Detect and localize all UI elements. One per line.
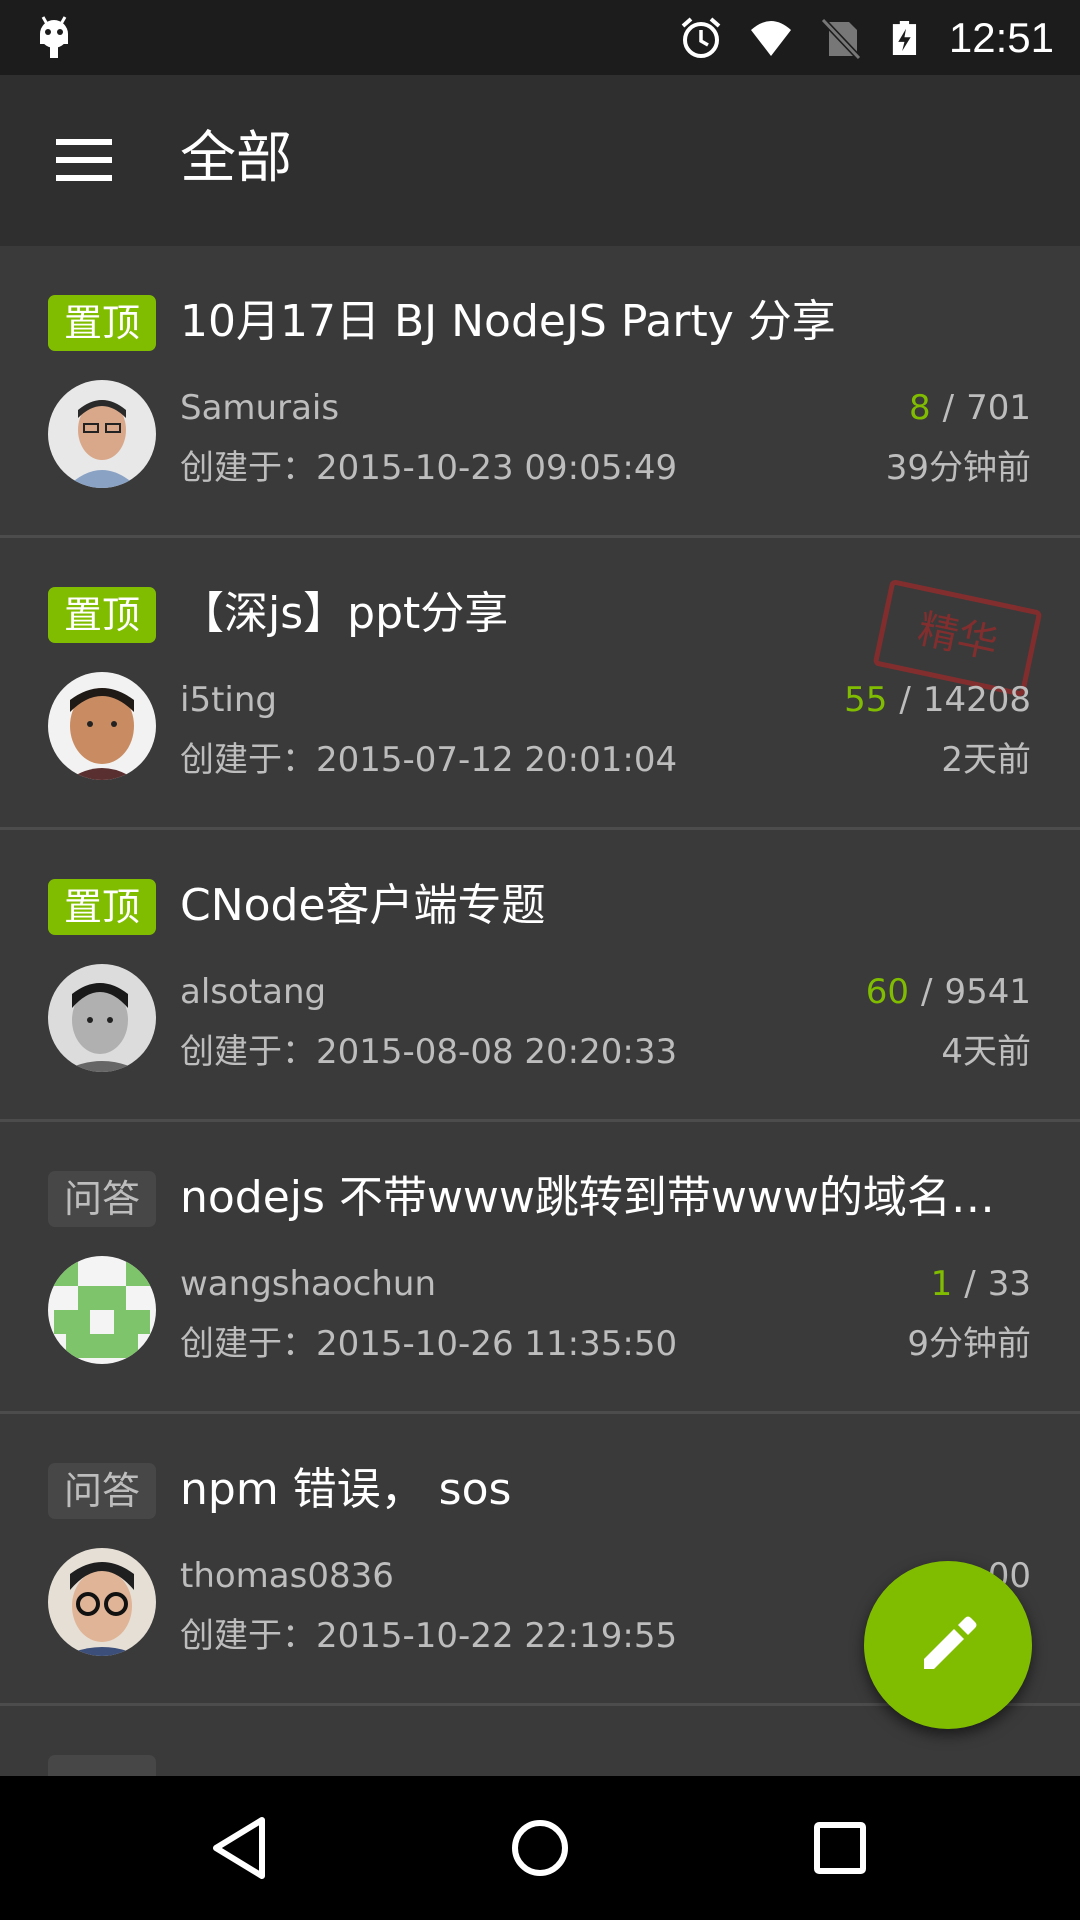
no-sim-icon bbox=[820, 17, 862, 60]
android-icon bbox=[40, 16, 68, 58]
topic-title: nodejs 不带www跳转到带www的域名… bbox=[180, 1172, 995, 1223]
created-time: 创建于：2015-07-12 20:01:04 bbox=[180, 740, 678, 780]
tag-badge: 置顶 bbox=[48, 295, 156, 351]
tag-badge: 置顶 bbox=[48, 879, 156, 935]
navigation-bar bbox=[0, 1776, 1080, 1920]
menu-icon[interactable] bbox=[44, 127, 124, 195]
tag-badge: 问答 bbox=[48, 1463, 156, 1519]
topic-item[interactable]: 置顶 10月17日 BJ NodeJS Party 分享 Samurais 创建… bbox=[0, 246, 1080, 538]
reply-visit-count: 1 / 33 bbox=[931, 1260, 1031, 1308]
count-separator: / bbox=[942, 388, 955, 428]
clock: 12:51 bbox=[948, 13, 1054, 61]
reply-count: 1 bbox=[930, 1264, 953, 1304]
tag-badge bbox=[48, 1755, 156, 1776]
last-reply-time: 39分钟前 bbox=[885, 448, 1031, 488]
topic-item[interactable]: 置顶 CNode客户端专题 alsotang 创建于：2015-08-08 20… bbox=[0, 830, 1080, 1122]
author-name: thomas0836 bbox=[180, 1556, 394, 1596]
created-time: 创建于：2015-08-08 20:20:33 bbox=[180, 1032, 678, 1072]
reply-count: 8 bbox=[908, 388, 931, 428]
battery-charging-icon bbox=[892, 20, 916, 55]
created-time: 创建于：2015-10-22 22:19:55 bbox=[180, 1616, 678, 1656]
pencil-icon bbox=[924, 1616, 977, 1669]
author-name: Samurais bbox=[180, 388, 340, 428]
new-topic-button[interactable] bbox=[864, 1561, 1032, 1729]
topic-item[interactable]: 问答 nodejs 不带www跳转到带www的域名… wangshaochun … bbox=[0, 1122, 1080, 1414]
reply-visit-count: 60 / 9541 bbox=[866, 968, 1031, 1016]
visit-count: 14208 bbox=[922, 680, 1031, 720]
visit-count: 9541 bbox=[944, 972, 1031, 1012]
avatar[interactable] bbox=[48, 964, 156, 1072]
created-time: 创建于：2015-10-23 09:05:49 bbox=[180, 448, 678, 488]
author-name: alsotang bbox=[180, 972, 327, 1012]
reply-count: 60 bbox=[865, 972, 909, 1012]
page-title: 全部 bbox=[180, 126, 292, 191]
topic-title: CNode客户端专题 bbox=[180, 880, 546, 931]
visit-count: 701 bbox=[966, 388, 1031, 428]
back-icon[interactable] bbox=[200, 1808, 280, 1888]
last-reply-time: 2天前 bbox=[941, 740, 1031, 780]
reply-visit-count: 55 / 14208 bbox=[844, 676, 1031, 724]
home-icon[interactable] bbox=[500, 1808, 580, 1888]
reply-visit-count: 8 / 701 bbox=[909, 384, 1031, 432]
created-time: 创建于：2015-10-26 11:35:50 bbox=[180, 1324, 678, 1364]
tag-badge: 问答 bbox=[48, 1171, 156, 1227]
author-name: wangshaochun bbox=[180, 1264, 437, 1304]
author-name: i5ting bbox=[180, 680, 277, 720]
visit-count: 33 bbox=[987, 1264, 1031, 1304]
count-separator: / bbox=[899, 680, 911, 720]
reply-count: 55 bbox=[844, 680, 888, 720]
tag-badge: 置顶 bbox=[48, 587, 156, 643]
topic-list[interactable]: 置顶 10月17日 BJ NodeJS Party 分享 Samurais 创建… bbox=[0, 246, 1080, 1776]
count-separator: / bbox=[964, 1264, 976, 1304]
topic-title: 10月17日 BJ NodeJS Party 分享 bbox=[180, 296, 836, 347]
avatar[interactable] bbox=[48, 1548, 156, 1656]
count-separator: / bbox=[921, 972, 933, 1012]
last-reply-time: 4天前 bbox=[941, 1032, 1031, 1072]
alarm-icon bbox=[681, 16, 721, 58]
topic-item[interactable]: 置顶 【深js】ppt分享 精华 i5ting 创建于：2015-07-12 2… bbox=[0, 538, 1080, 830]
status-bar: 12:51 bbox=[0, 0, 1080, 75]
wifi-icon bbox=[750, 20, 791, 56]
last-reply-time: 9分钟前 bbox=[907, 1324, 1031, 1364]
avatar[interactable] bbox=[48, 1256, 156, 1364]
avatar[interactable] bbox=[48, 380, 156, 488]
app-bar: 全部 bbox=[0, 75, 1080, 246]
recents-icon[interactable] bbox=[800, 1808, 880, 1888]
avatar[interactable] bbox=[48, 672, 156, 780]
topic-title: npm 错误， sos bbox=[180, 1464, 512, 1515]
